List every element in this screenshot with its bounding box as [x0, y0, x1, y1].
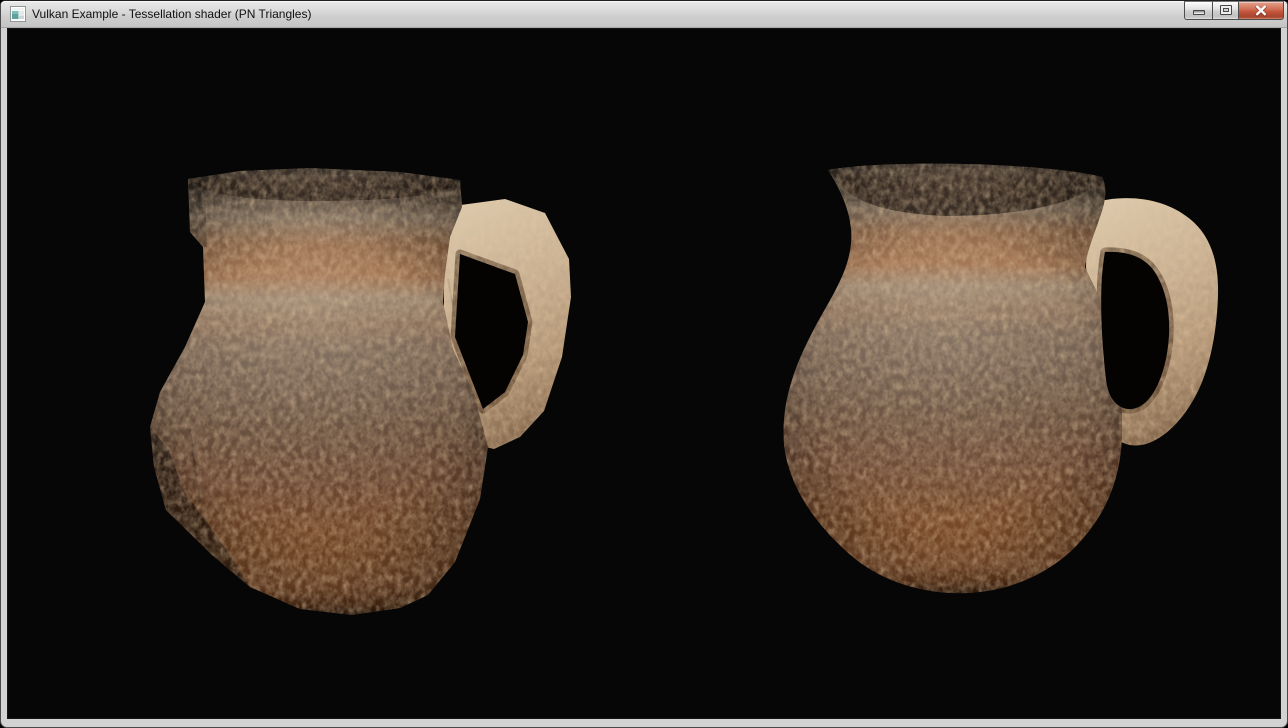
titlebar[interactable]: Vulkan Example - Tessellation shader (PN…: [1, 1, 1287, 28]
close-button[interactable]: [1238, 1, 1284, 20]
maximize-button[interactable]: [1212, 1, 1239, 20]
app-icon: [10, 6, 26, 22]
minimize-icon: [1193, 10, 1205, 15]
maximize-icon: [1220, 5, 1232, 15]
vulkan-scene: [8, 29, 1280, 720]
window-controls: [1184, 1, 1284, 20]
window-title: Vulkan Example - Tessellation shader (PN…: [32, 1, 311, 27]
render-viewport[interactable]: [8, 29, 1280, 718]
app-window: Vulkan Example - Tessellation shader (PN…: [0, 0, 1288, 728]
minimize-button[interactable]: [1184, 1, 1213, 20]
jug-low-poly-mesh: [150, 168, 571, 615]
close-icon: [1254, 5, 1268, 17]
